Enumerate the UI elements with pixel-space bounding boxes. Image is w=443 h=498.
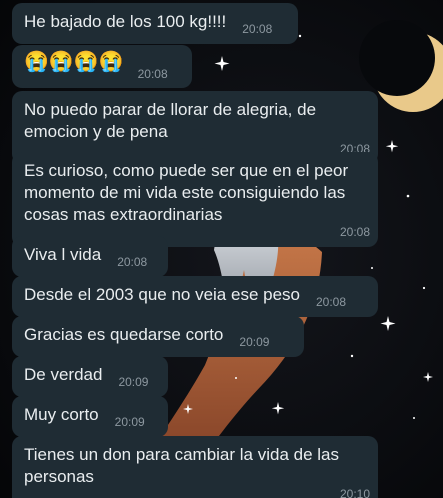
message-bubble[interactable]: Es curioso, como puede ser que en el peo… [12, 152, 378, 247]
message-bubble[interactable]: Tienes un don para cambiar la vida de la… [12, 436, 378, 498]
message-bubble[interactable]: Muy corto 20:09 [12, 396, 168, 437]
message-text: Tienes un don para cambiar la vida de la… [24, 445, 344, 486]
message-bubble[interactable]: 😭😭😭😭 20:08 [12, 45, 192, 88]
message-timestamp: 20:08 [315, 295, 347, 309]
message-text: Gracias es quedarse corto [24, 325, 224, 344]
message-bubble[interactable]: Gracias es quedarse corto 20:09 [12, 316, 304, 357]
message-bubble[interactable]: Viva l vida 20:08 [12, 236, 168, 277]
message-bubble[interactable]: De verdad 20:09 [12, 356, 168, 397]
message-text: No puedo parar de llorar de alegria, de … [24, 100, 321, 141]
message-text: Desde el 2003 que no veia ese peso [24, 285, 300, 304]
message-timestamp: 20:09 [118, 375, 149, 389]
message-timestamp: 20:09 [114, 415, 145, 429]
message-text: 😭😭😭😭 [24, 51, 124, 73]
message-bubble[interactable]: He bajado de los 100 kg!!!! 20:08 [12, 3, 298, 44]
message-timestamp: 20:08 [117, 255, 148, 269]
message-timestamp: 20:09 [239, 335, 270, 349]
message-timestamp: 20:10 [339, 487, 370, 498]
message-bubble[interactable]: Desde el 2003 que no veia ese peso 20:08 [12, 276, 378, 317]
message-timestamp: 20:08 [242, 22, 273, 36]
message-timestamp: 20:08 [137, 67, 168, 81]
message-text: Muy corto [24, 405, 99, 424]
message-text: Es curioso, como puede ser que en el peo… [24, 161, 353, 224]
message-text: Viva l vida [24, 245, 102, 264]
message-text: He bajado de los 100 kg!!!! [24, 12, 227, 31]
message-text: De verdad [24, 365, 103, 384]
